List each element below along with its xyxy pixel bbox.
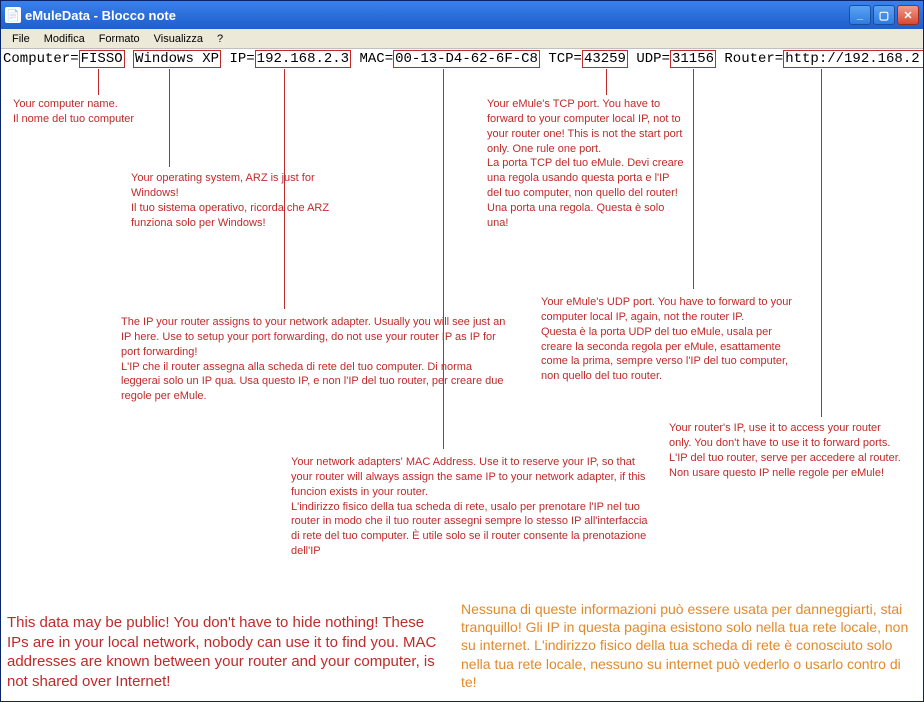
label-router: Router= — [716, 51, 783, 67]
menu-view[interactable]: Visualizza — [147, 31, 210, 47]
annotation-tcp: Your eMule's TCP port. You have to forwa… — [487, 97, 687, 231]
menu-edit[interactable]: Modifica — [37, 31, 92, 47]
connector-router — [821, 69, 822, 417]
menubar: File Modifica Formato Visualizza ? — [1, 29, 923, 49]
value-tcp: 43259 — [582, 50, 628, 68]
annotation-mac: Your network adapters' MAC Address. Use … — [291, 455, 651, 559]
label-udp: UDP= — [628, 51, 670, 67]
annotation-computer: Your computer name. Il nome del tuo comp… — [13, 97, 173, 127]
window-controls: _ ▢ ✕ — [849, 5, 919, 25]
footer-note-english: This data may be public! You don't have … — [7, 613, 437, 691]
annotation-udp: Your eMule's UDP port. You have to forwa… — [541, 295, 796, 384]
window-title: eMuleData - Blocco note — [25, 8, 176, 23]
value-mac: 00-13-D4-62-6F-C8 — [393, 50, 540, 68]
connector-tcp — [606, 69, 607, 95]
label-computer: Computer= — [3, 51, 79, 67]
value-router: http://192.168.2.1 — [783, 50, 923, 68]
menu-format[interactable]: Formato — [92, 31, 147, 47]
value-ip: 192.168.2.3 — [255, 50, 351, 68]
value-computer: FISSO — [79, 50, 125, 68]
editor-area[interactable]: Computer=FISSO Windows XP IP=192.168.2.3… — [1, 49, 923, 701]
notepad-window: 📄 eMuleData - Blocco note _ ▢ ✕ File Mod… — [0, 0, 924, 702]
menu-help[interactable]: ? — [210, 31, 230, 47]
maximize-button[interactable]: ▢ — [873, 5, 895, 25]
annotation-os: Your operating system, ARZ is just for W… — [131, 171, 361, 230]
config-line: Computer=FISSO Windows XP IP=192.168.2.3… — [3, 51, 923, 67]
label-tcp: TCP= — [540, 51, 582, 67]
close-button[interactable]: ✕ — [897, 5, 919, 25]
menu-file[interactable]: File — [5, 31, 37, 47]
annotation-ip: The IP your router assigns to your netwo… — [121, 315, 511, 404]
notepad-app-icon: 📄 — [5, 7, 21, 23]
footer-note-italian: Nessuna di queste informazioni può esser… — [461, 600, 911, 691]
connector-udp — [693, 69, 694, 289]
titlebar[interactable]: 📄 eMuleData - Blocco note _ ▢ ✕ — [1, 1, 923, 29]
value-udp: 31156 — [670, 50, 716, 68]
label-ip: IP= — [221, 51, 255, 67]
label-mac: MAC= — [351, 51, 393, 67]
minimize-button[interactable]: _ — [849, 5, 871, 25]
connector-computer — [98, 69, 99, 95]
value-os: Windows XP — [133, 50, 221, 68]
annotation-router: Your router's IP, use it to access your … — [669, 421, 904, 480]
